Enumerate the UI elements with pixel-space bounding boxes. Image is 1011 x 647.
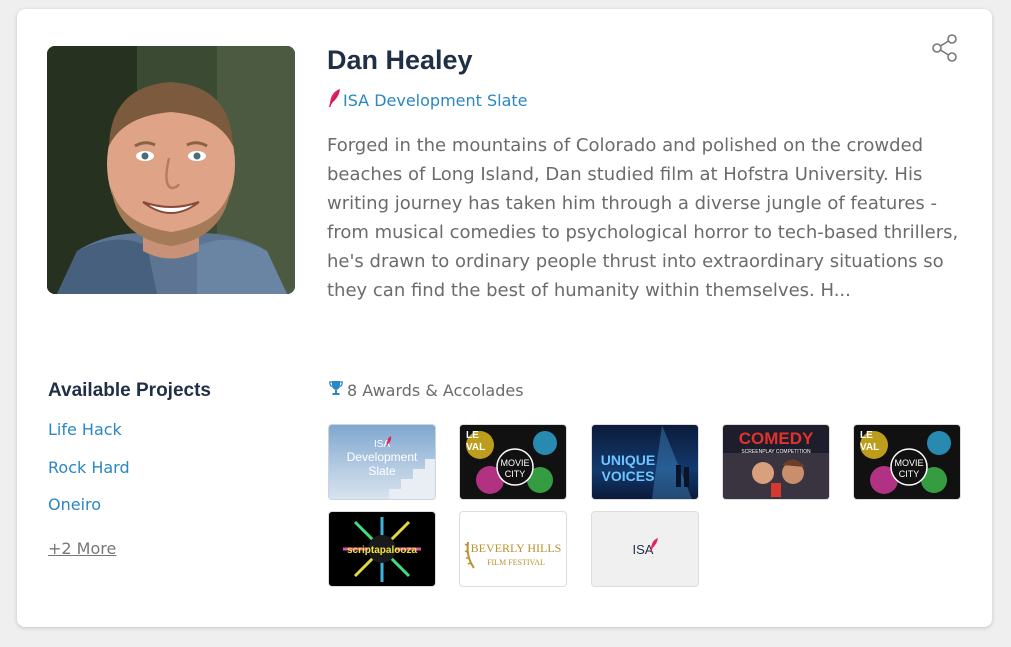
badge-6-line-1: scriptapalooza	[347, 545, 417, 556]
share-icon[interactable]	[930, 33, 960, 63]
award-badge-scriptapalooza[interactable]: scriptapalooza	[328, 511, 436, 587]
badge-7-line-2: FILM FESTIVAL	[487, 558, 545, 567]
award-badge-movie-city-1[interactable]: LE VAL MOVIE CITY	[459, 424, 567, 500]
project-link-oneiro[interactable]: Oneiro	[48, 495, 101, 514]
badge-2-line-3: MOVIE	[500, 458, 529, 468]
isa-slate-label: ISA Development Slate	[343, 90, 528, 110]
profile-photo	[47, 46, 295, 294]
awards-label: 8 Awards & Accolades	[347, 380, 524, 400]
badge-1-line-3: Slate	[368, 464, 396, 478]
badge-3-line-2: VOICES	[602, 468, 655, 484]
badge-3-line-1: UNIQUE	[601, 452, 655, 468]
awards-header: 8 Awards & Accolades	[329, 380, 524, 400]
award-badge-unique-voices[interactable]: UNIQUE VOICES	[591, 424, 699, 500]
badge-2-line-2: VAL	[466, 442, 485, 453]
badge-5-line-3: MOVIE	[894, 458, 923, 468]
profile-card: Dan Healey ISA Development Slate Forged …	[17, 9, 992, 627]
badge-4-line-1: COMEDY	[739, 429, 814, 448]
badge-5-line-2: VAL	[860, 442, 879, 453]
badge-2-line-4: CITY	[505, 469, 526, 479]
award-badge-comedy-screenplay[interactable]: COMEDY SCREENPLAY COMPETITION	[722, 424, 830, 500]
award-badge-beverly-hills-film-festival[interactable]: BEVERLY HILLS FILM FESTIVAL	[459, 511, 567, 587]
trophy-icon	[329, 380, 347, 400]
available-projects-heading: Available Projects	[48, 380, 211, 401]
badge-1-line-2: Development	[347, 450, 418, 464]
award-badge-isa-development-slate[interactable]: ISA Development Slate	[328, 424, 436, 500]
badge-7-line-1: BEVERLY HILLS	[471, 541, 562, 555]
more-projects-link[interactable]: +2 More	[48, 539, 116, 558]
isa-slate-link[interactable]: ISA Development Slate	[327, 88, 528, 112]
feather-icon	[327, 88, 343, 112]
profile-name: Dan Healey	[327, 45, 473, 75]
award-badge-isa[interactable]: ISA	[591, 511, 699, 587]
badge-8-line-1: ISA	[633, 542, 654, 557]
profile-bio: Forged in the mountains of Colorado and …	[327, 135, 959, 301]
badge-2-line-1: LE	[466, 430, 479, 441]
project-link-life-hack[interactable]: Life Hack	[48, 420, 122, 439]
badge-5-line-4: CITY	[899, 469, 920, 479]
project-link-rock-hard[interactable]: Rock Hard	[48, 458, 130, 477]
badge-4-line-2: SCREENPLAY COMPETITION	[741, 449, 811, 455]
badge-5-line-1: LE	[860, 430, 873, 441]
award-badge-movie-city-2[interactable]: LE VAL MOVIE CITY	[853, 424, 961, 500]
